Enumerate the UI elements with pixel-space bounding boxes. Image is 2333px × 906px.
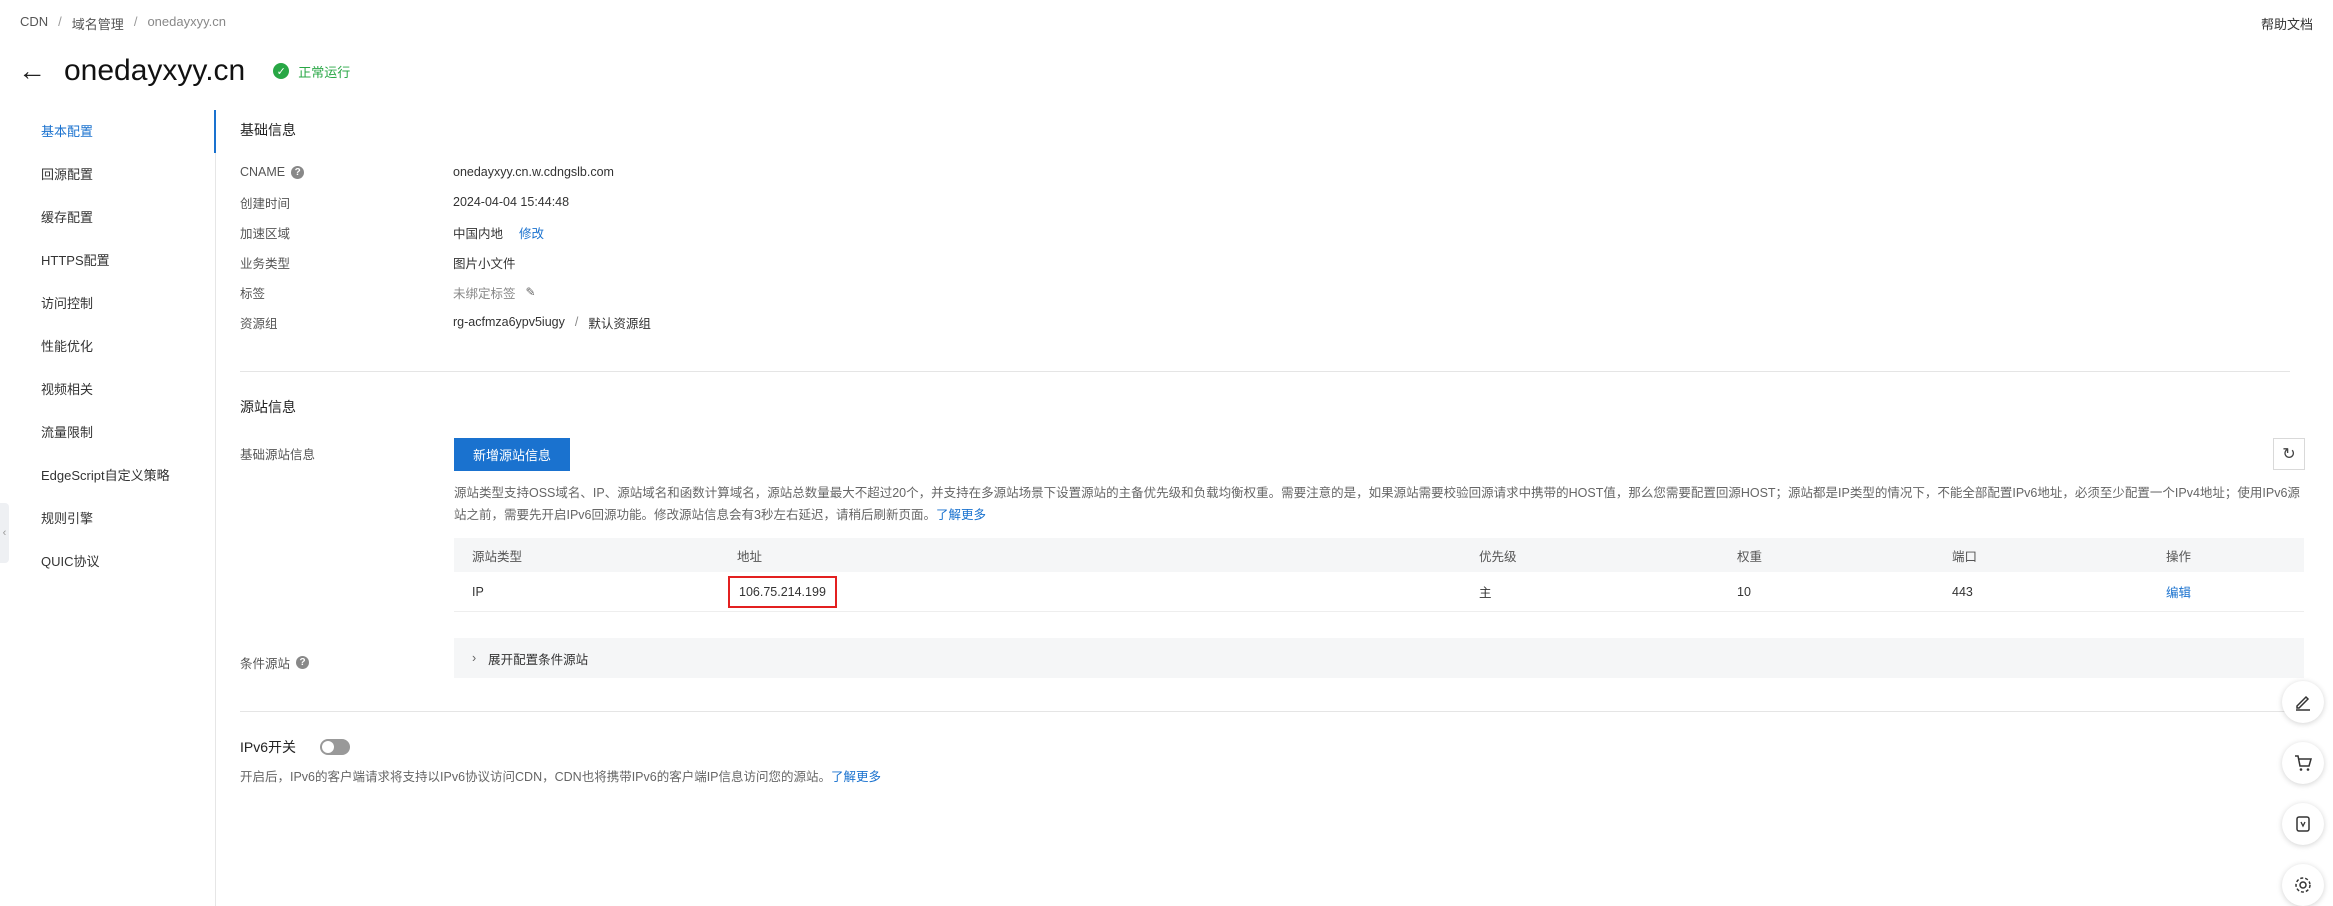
origin-learn-more-link[interactable]: 了解更多 bbox=[936, 508, 986, 522]
conditional-origin-expand-text: 展开配置条件源站 bbox=[488, 652, 589, 667]
sidebar-item-performance[interactable]: 性能优化 bbox=[0, 325, 215, 368]
sidebar-item-access-control[interactable]: 访问控制 bbox=[0, 282, 215, 325]
resource-group-name: 默认资源组 bbox=[588, 316, 651, 331]
column-header: 操作 bbox=[2166, 549, 2192, 564]
resource-group-separator: / bbox=[574, 315, 579, 329]
column-header: 优先级 bbox=[1479, 549, 1517, 564]
conditional-origin-expander[interactable]: › 展开配置条件源站 bbox=[454, 638, 2304, 678]
tags-label: 标签 bbox=[240, 286, 266, 301]
cname-label: CNAME bbox=[240, 165, 286, 179]
created-label: 创建时间 bbox=[240, 196, 291, 211]
add-origin-button[interactable]: 新增源站信息 bbox=[454, 438, 570, 471]
pencil-icon[interactable]: ✎ bbox=[526, 285, 536, 299]
origin-table: 源站类型 地址 优先级 权重 端口 操作 IP 106.75.214.199 主… bbox=[454, 538, 2304, 612]
basic-origin-label: 基础源站信息 bbox=[240, 448, 316, 462]
breadcrumb: CDN / 域名管理 / onedayxyy.cn bbox=[20, 14, 226, 33]
kv-tags: 标签 未绑定标签 ✎ bbox=[240, 277, 651, 307]
kv-resource-group: 资源组 rg-acfmza6ypv5iugy / 默认资源组 bbox=[240, 307, 651, 337]
kv-cname: CNAME? onedayxyy.cn.w.cdngslb.com bbox=[240, 157, 651, 187]
help-icon[interactable]: ? bbox=[296, 656, 310, 669]
breadcrumb-separator: / bbox=[58, 14, 62, 29]
conditional-origin-label: 条件源站 bbox=[240, 657, 291, 671]
region-label: 加速区域 bbox=[240, 226, 291, 241]
ipv6-toggle[interactable] bbox=[320, 739, 351, 755]
status-text: 正常运行 bbox=[298, 64, 351, 80]
kv-region: 加速区域 中国内地 修改 bbox=[240, 217, 651, 247]
sidebar-item-edgescript[interactable]: EdgeScript自定义策略 bbox=[0, 454, 215, 497]
origin-address-cell: 106.75.214.199 bbox=[728, 575, 837, 608]
origin-weight-cell: 10 bbox=[1737, 584, 1751, 599]
breadcrumb-current: onedayxyy.cn bbox=[147, 14, 226, 29]
cart-icon[interactable] bbox=[2282, 742, 2324, 784]
region-edit-link[interactable]: 修改 bbox=[519, 223, 544, 242]
tags-value: 未绑定标签 bbox=[453, 286, 516, 301]
column-header: 源站类型 bbox=[472, 549, 523, 564]
sidebar-item-cache-config[interactable]: 缓存配置 bbox=[0, 196, 215, 239]
ipv6-label: IPv6开关 bbox=[240, 739, 297, 755]
origin-port-cell: 443 bbox=[1952, 584, 1973, 599]
origin-type-cell: IP bbox=[472, 584, 484, 599]
breadcrumb-cdn[interactable]: CDN bbox=[20, 14, 48, 33]
sidebar-collapse-handle[interactable]: ‹ bbox=[0, 503, 9, 563]
kv-created: 创建时间 2024-04-04 15:44:48 bbox=[240, 187, 651, 217]
conditional-origin-label-row: 条件源站 ? bbox=[240, 653, 310, 672]
business-type-label: 业务类型 bbox=[240, 256, 291, 271]
region-value: 中国内地 bbox=[453, 226, 504, 241]
sidebar-item-basic-config[interactable]: 基本配置 bbox=[0, 110, 216, 153]
sidebar-item-video[interactable]: 视频相关 bbox=[0, 368, 215, 411]
settings-gear-icon[interactable] bbox=[2282, 864, 2324, 906]
sidebar-item-quic[interactable]: QUIC协议 bbox=[0, 540, 215, 583]
kv-business-type: 业务类型 图片小文件 bbox=[240, 247, 651, 277]
origin-description: 源站类型支持OSS域名、IP、源站域名和函数计算域名，源站总数量最大不超过20个… bbox=[454, 482, 2304, 526]
sidebar-item-https-config[interactable]: HTTPS配置 bbox=[0, 239, 215, 282]
basic-info-list: CNAME? onedayxyy.cn.w.cdngslb.com 创建时间 2… bbox=[240, 157, 651, 337]
origin-edit-link[interactable]: 编辑 bbox=[2166, 582, 2304, 601]
created-value: 2024-04-04 15:44:48 bbox=[453, 195, 570, 209]
chevron-right-icon: › bbox=[472, 651, 477, 665]
sidebar-item-origin-config[interactable]: 回源配置 bbox=[0, 153, 215, 196]
section-title-basic: 基础信息 bbox=[240, 122, 296, 138]
resource-group-label: 资源组 bbox=[240, 316, 278, 331]
breadcrumb-separator: / bbox=[133, 14, 138, 29]
table-header: 源站类型 地址 优先级 权重 端口 操作 bbox=[454, 538, 2304, 572]
section-title-origin: 源站信息 bbox=[240, 399, 296, 415]
cname-value: onedayxyy.cn.w.cdngslb.com bbox=[453, 165, 614, 179]
divider bbox=[240, 371, 2290, 372]
page-title: onedayxyy.cn bbox=[64, 54, 246, 87]
page-header: ← onedayxyy.cn ✓ 正常运行 bbox=[18, 54, 350, 88]
divider bbox=[240, 711, 2290, 712]
origin-priority-cell: 主 bbox=[1479, 586, 1492, 600]
column-header: 端口 bbox=[1952, 549, 1978, 564]
check-circle-icon: ✓ bbox=[273, 63, 290, 79]
table-row: IP 106.75.214.199 主 10 443 编辑 bbox=[454, 572, 2304, 612]
ipv6-description: 开启后，IPv6的客户端请求将支持以IPv6协议访问CDN，CDN也将携带IPv… bbox=[240, 766, 881, 785]
business-type-value: 图片小文件 bbox=[453, 256, 516, 271]
ai-assistant-icon[interactable] bbox=[2282, 803, 2324, 845]
edit-feedback-icon[interactable] bbox=[2282, 681, 2324, 723]
status-badge: ✓ 正常运行 bbox=[273, 62, 350, 81]
back-arrow-icon[interactable]: ← bbox=[18, 57, 46, 85]
ipv6-description-text: 开启后，IPv6的客户端请求将支持以IPv6协议访问CDN，CDN也将携带IPv… bbox=[240, 770, 832, 784]
column-header: 权重 bbox=[1737, 549, 1763, 564]
help-icon[interactable]: ? bbox=[291, 165, 305, 179]
toggle-knob bbox=[322, 741, 335, 753]
column-header: 地址 bbox=[737, 549, 763, 564]
ipv6-learn-more-link[interactable]: 了解更多 bbox=[831, 770, 881, 784]
origin-description-text: 源站类型支持OSS域名、IP、源站域名和函数计算域名，源站总数量最大不超过20个… bbox=[454, 486, 2300, 522]
ipv6-row: IPv6开关 bbox=[240, 737, 351, 757]
breadcrumb-domain-management[interactable]: 域名管理 bbox=[72, 14, 124, 33]
refresh-icon[interactable]: ↻ bbox=[2273, 438, 2305, 470]
sidebar-item-rule-engine[interactable]: 规则引擎 bbox=[0, 497, 215, 540]
resource-group-id: rg-acfmza6ypv5iugy bbox=[453, 315, 565, 329]
sidebar-item-traffic-limit[interactable]: 流量限制 bbox=[0, 411, 215, 454]
help-docs-link[interactable]: 帮助文档 bbox=[2261, 14, 2313, 33]
sidebar: 基本配置 回源配置 缓存配置 HTTPS配置 访问控制 性能优化 视频相关 流量… bbox=[0, 110, 216, 906]
